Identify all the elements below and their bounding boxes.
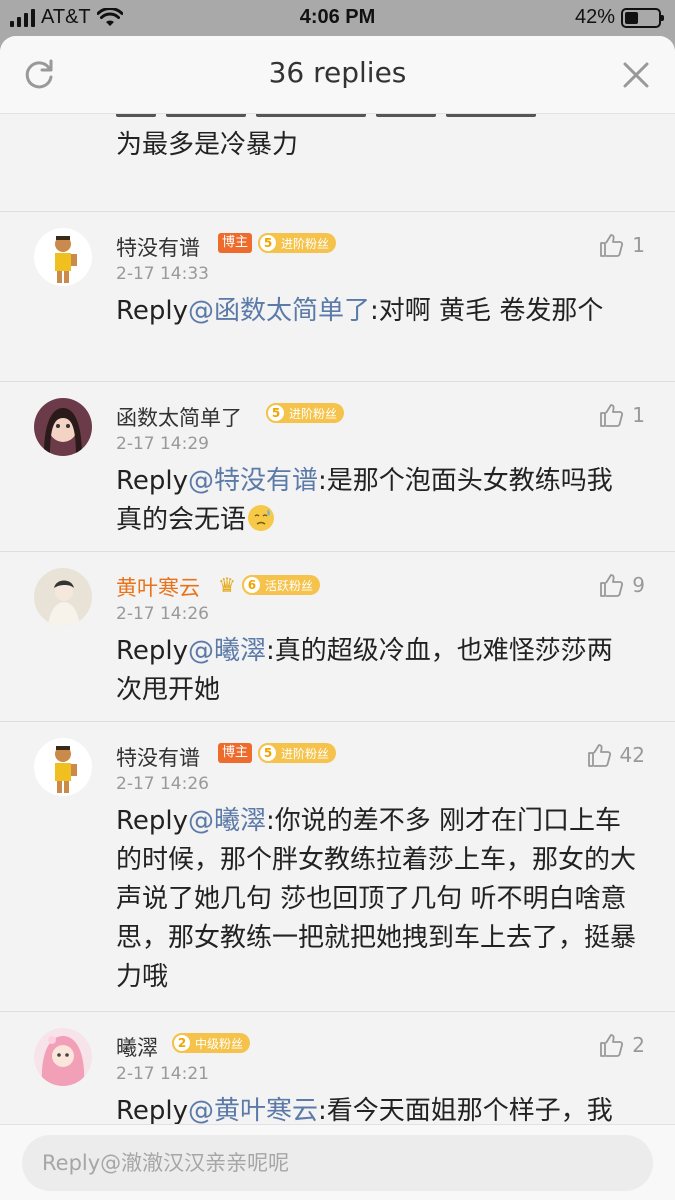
sheet-header: 36 replies xyxy=(0,36,675,114)
replies-sheet: 36 replies 为最多是冷暴力 特没有谱 博主 5 进阶粉丝 2-17 1… xyxy=(0,36,675,1200)
list-item[interactable]: 黄叶寒云 ♛ 6 活跃粉丝 2-17 14:26 9 Reply@曦濢:真的超级… xyxy=(0,552,675,722)
like-count: 9 xyxy=(632,573,645,597)
fan-label: 进阶粉丝 xyxy=(289,406,338,421)
reply-input[interactable] xyxy=(22,1135,653,1191)
like-button[interactable]: 1 xyxy=(598,232,645,258)
cut-text-fragment xyxy=(116,114,636,122)
comment-author[interactable]: 黄叶寒云 xyxy=(116,572,200,602)
fan-label: 进阶粉丝 xyxy=(281,236,330,251)
like-button[interactable]: 9 xyxy=(598,572,645,598)
comment-text: :对啊 黄毛 卷发那个 xyxy=(370,296,604,326)
fan-badge[interactable]: 6 活跃粉丝 xyxy=(241,575,320,595)
avatar[interactable] xyxy=(34,738,92,796)
comment-body: Reply@曦濢:你说的差不多 刚才在门口上车的时候，那个胖女教练拉着莎上车，那… xyxy=(116,802,636,997)
avatar[interactable] xyxy=(34,568,92,626)
fan-level: 5 xyxy=(266,403,286,423)
fan-level: 5 xyxy=(258,233,279,253)
list-item[interactable]: 特没有谱 博主 5 进阶粉丝 2-17 14:33 1 Reply@函数太简单了… xyxy=(0,212,675,382)
fan-label: 中级粉丝 xyxy=(195,1036,244,1051)
fan-badge[interactable]: 5 进阶粉丝 xyxy=(266,403,345,423)
host-badge: 博主 xyxy=(218,233,253,253)
fan-badge[interactable]: 5 进阶粉丝 xyxy=(258,743,337,763)
like-button[interactable]: 1 xyxy=(598,402,645,428)
badges: 5 进阶粉丝 xyxy=(266,403,345,423)
close-icon[interactable] xyxy=(621,60,651,90)
comment-list[interactable]: 为最多是冷暴力 特没有谱 博主 5 进阶粉丝 2-17 14:33 1 Repl… xyxy=(0,114,675,1124)
reply-prefix: Reply xyxy=(116,636,189,666)
mention-link[interactable]: @曦濢 xyxy=(188,636,266,666)
comment-author[interactable]: 特没有谱 xyxy=(116,232,200,262)
reply-bar xyxy=(0,1124,675,1200)
like-count: 2 xyxy=(632,1033,645,1057)
mention-link[interactable]: @特没有谱 xyxy=(188,466,318,496)
thumbs-up-icon xyxy=(600,404,624,427)
like-count: 42 xyxy=(619,743,645,767)
status-right: 42% xyxy=(574,6,664,29)
comment-author[interactable]: 曦濢 xyxy=(116,1032,158,1062)
host-badge: 博主 xyxy=(218,743,253,763)
badges: 博主 5 进阶粉丝 xyxy=(218,233,337,253)
fan-level: 6 xyxy=(241,575,262,595)
comment-body: Reply@特没有谱:是那个泡面头女教练吗我真的会无语 xyxy=(116,462,636,540)
like-count: 1 xyxy=(632,233,645,257)
thumbs-up-icon xyxy=(600,1034,624,1057)
fan-level: 5 xyxy=(258,743,279,763)
fan-badge[interactable]: 2 中级粉丝 xyxy=(172,1033,251,1053)
avatar[interactable] xyxy=(34,228,92,286)
reply-prefix: Reply xyxy=(116,1096,189,1124)
badges: 博主 5 进阶粉丝 xyxy=(218,743,337,763)
status-time: 4:06 PM xyxy=(299,6,376,28)
battery-fill xyxy=(625,11,639,24)
comment-body: 为最多是冷暴力 xyxy=(116,130,299,160)
status-bar: AT&T 4:06 PM 42% xyxy=(0,0,675,36)
sad-face-emoji-icon xyxy=(248,505,275,531)
like-button[interactable]: 42 xyxy=(586,742,645,768)
battery-percent: 42% xyxy=(574,6,615,28)
comment-date: 2-17 14:26 xyxy=(116,774,209,794)
like-button[interactable]: 2 xyxy=(598,1032,645,1058)
thumbs-up-icon xyxy=(600,574,624,597)
list-item[interactable]: 特没有谱 博主 5 进阶粉丝 2-17 14:26 42 Reply@曦濢:你说… xyxy=(0,722,675,1012)
comment-author[interactable]: 函数太简单了 xyxy=(116,402,242,432)
avatar[interactable] xyxy=(34,1028,92,1086)
badges: 2 中级粉丝 xyxy=(172,1033,251,1053)
comment-date: 2-17 14:29 xyxy=(116,434,209,454)
page-title: 36 replies xyxy=(268,56,407,89)
reply-prefix: Reply xyxy=(116,296,189,326)
comment-author[interactable]: 特没有谱 xyxy=(116,742,200,772)
comment-date: 2-17 14:21 xyxy=(116,1064,209,1084)
fan-label: 进阶粉丝 xyxy=(281,746,330,761)
crown-icon: ♛ xyxy=(218,573,236,597)
avatar[interactable] xyxy=(34,398,92,456)
thumbs-up-icon xyxy=(587,744,611,767)
comment-date: 2-17 14:33 xyxy=(116,264,209,284)
list-item[interactable]: 函数太简单了 5 进阶粉丝 2-17 14:29 1 Reply@特没有谱:是那… xyxy=(0,382,675,552)
fan-label: 活跃粉丝 xyxy=(264,578,313,593)
reply-prefix: Reply xyxy=(116,466,189,496)
reply-prefix: Reply xyxy=(116,806,189,836)
comment-body: Reply@曦濢:真的超级冷血，也难怪莎莎两次甩开她 xyxy=(116,632,636,710)
list-item[interactable]: 曦濢 2 中级粉丝 2-17 14:21 2 Reply@黄叶寒云:看今天面姐那… xyxy=(0,1012,675,1124)
fan-level: 2 xyxy=(172,1033,192,1053)
comment-body: Reply@函数太简单了:对啊 黄毛 卷发那个 xyxy=(116,292,636,331)
like-count: 1 xyxy=(632,403,645,427)
list-item-partial[interactable]: 为最多是冷暴力 xyxy=(0,114,675,212)
mention-link[interactable]: @黄叶寒云 xyxy=(188,1096,318,1124)
thumbs-up-icon xyxy=(600,234,624,257)
fan-badge[interactable]: 5 进阶粉丝 xyxy=(258,233,337,253)
comment-body: Reply@黄叶寒云:看今天面姐那个样子，我真的心疼莎莎，她真的就是冷血 xyxy=(116,1092,636,1124)
comment-date: 2-17 14:26 xyxy=(116,604,209,624)
badges: ♛ 6 活跃粉丝 xyxy=(218,573,320,597)
mention-link[interactable]: @曦濢 xyxy=(188,806,266,836)
battery-icon xyxy=(621,7,664,28)
mention-link[interactable]: @函数太简单了 xyxy=(188,296,370,326)
